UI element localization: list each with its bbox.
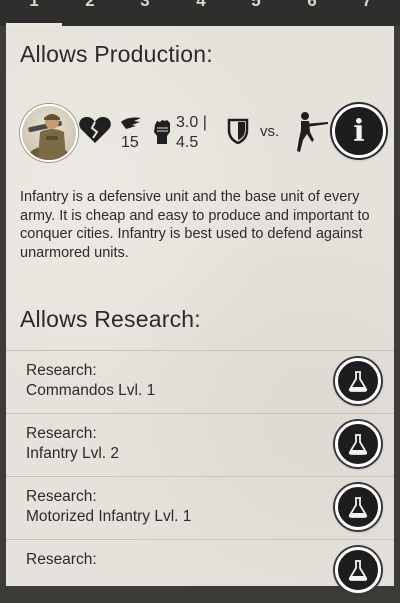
speed-value: 15 (121, 134, 139, 151)
attack-value-line1: 3.0 | (176, 114, 207, 131)
research-item-text: Research: (26, 550, 97, 570)
research-label: Research: (26, 551, 97, 568)
tab-1[interactable]: 1 (22, 0, 46, 11)
allows-research-heading: Allows Research: (20, 306, 201, 332)
research-item: Research: (6, 539, 394, 603)
vs-label: vs. (260, 123, 280, 140)
research-item-text: Research: Infantry Lvl. 2 (26, 424, 119, 464)
wing-speed-icon (120, 116, 142, 135)
research-button[interactable] (335, 358, 381, 404)
research-label: Research: (26, 488, 97, 505)
research-name: Infantry Lvl. 2 (26, 445, 120, 462)
fist-attack-icon (152, 119, 172, 150)
research-button[interactable] (335, 421, 381, 467)
research-name: Motorized Infantry Lvl. 1 (26, 508, 192, 525)
info-icon: i (353, 113, 365, 149)
broken-heart-icon (78, 116, 112, 149)
research-item-text: Research: Motorized Infantry Lvl. 1 (26, 487, 191, 527)
infantry-soldier-icon (28, 114, 69, 160)
unit-info-button[interactable]: i (332, 104, 386, 158)
allows-production-heading: Allows Production: (20, 41, 213, 67)
tab-4[interactable]: 4 (189, 0, 213, 11)
flask-icon (348, 497, 368, 518)
research-button[interactable] (335, 547, 381, 593)
rifleman-icon (288, 110, 332, 159)
infantry-avatar (20, 104, 78, 162)
research-item: Research: Commandos Lvl. 1 (6, 350, 394, 414)
research-item-text: Research: Commandos Lvl. 1 (26, 361, 155, 401)
tab-6[interactable]: 6 (300, 0, 324, 11)
research-item: Research: Infantry Lvl. 2 (6, 413, 394, 477)
flask-icon (348, 560, 368, 581)
unit-detail-panel: Allows Production: 15 3.0 | 4.5 vs. i In… (6, 26, 394, 593)
tab-bar: 1 2 3 4 5 6 7 (0, 0, 400, 26)
flask-icon (348, 434, 368, 455)
attack-value-line2: 4.5 (176, 134, 199, 151)
tab-2[interactable]: 2 (78, 0, 102, 11)
shield-icon (227, 118, 249, 149)
unit-description: Infantry is a defensive unit and the bas… (20, 189, 370, 261)
research-label: Research: (26, 362, 97, 379)
research-name: Commandos Lvl. 1 (26, 382, 156, 399)
flask-icon (348, 371, 368, 392)
research-item: Research: Motorized Infantry Lvl. 1 (6, 476, 394, 540)
tab-7[interactable]: 7 (355, 0, 379, 11)
tab-3[interactable]: 3 (133, 0, 157, 11)
tab-5[interactable]: 5 (244, 0, 268, 11)
research-button[interactable] (335, 484, 381, 530)
research-label: Research: (26, 425, 97, 442)
